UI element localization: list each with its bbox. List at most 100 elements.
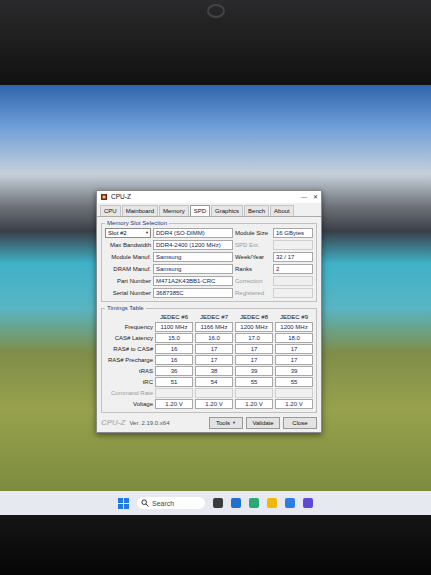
field-value — [273, 276, 313, 286]
timing-value: 36 — [155, 366, 193, 376]
timing-value: 16 — [155, 344, 193, 354]
field-value — [273, 240, 313, 250]
field-value: M471A2K43BB1-CRC — [153, 276, 233, 286]
field-label: Part Number — [105, 277, 151, 285]
timing-label: CAS# Latency — [105, 334, 153, 342]
timing-value: 1.20 V — [275, 399, 313, 409]
timing-value: 17 — [275, 344, 313, 354]
timing-value: 1.20 V — [235, 399, 273, 409]
timing-label: Voltage — [105, 400, 153, 408]
dropdown-arrow-icon: ▼ — [145, 229, 149, 237]
module-type: DDR4 (SO-DIMM) — [153, 228, 233, 238]
timing-value: 17 — [195, 355, 233, 365]
tab[interactable]: About — [270, 205, 294, 216]
timing-value: 16 — [155, 355, 193, 365]
taskbar-app-icon[interactable] — [267, 498, 277, 508]
field-label: Correction — [235, 277, 271, 285]
title-bar[interactable]: CPU-Z— ✕ — [97, 191, 321, 203]
timing-label: Command Rate — [105, 389, 153, 397]
timing-label: tRC — [105, 378, 153, 386]
timing-value: 1100 MHz — [155, 322, 193, 332]
field-label: Max Bandwidth — [105, 241, 151, 249]
timing-value: 17 — [235, 344, 273, 354]
timing-label: Frequency — [105, 323, 153, 331]
footer-button[interactable]: Tools▼ — [209, 417, 243, 429]
timing-label: RAS# to CAS# — [105, 345, 153, 353]
field-value: 2 — [273, 264, 313, 274]
tab[interactable]: Bench — [244, 205, 269, 216]
timing-value: 55 — [275, 377, 313, 387]
timing-value — [235, 388, 273, 398]
timing-value: 39 — [275, 366, 313, 376]
taskbar-app-icon[interactable] — [303, 498, 313, 508]
window-title: CPU-Z — [111, 193, 298, 201]
field-label: DRAM Manuf. — [105, 265, 151, 273]
field-label: Week/Year — [235, 253, 271, 261]
taskbar-app-icon[interactable] — [213, 498, 223, 508]
taskbar-app-icon[interactable] — [285, 498, 295, 508]
timing-value: 18.0 — [275, 333, 313, 343]
timing-value: 17.0 — [235, 333, 273, 343]
search-placeholder: Search — [152, 500, 174, 507]
footer-button[interactable]: Close — [283, 417, 317, 429]
column-header: JEDEC #6 — [155, 313, 193, 321]
timing-label: tRAS — [105, 367, 153, 375]
field-value: 3687385C — [153, 288, 233, 298]
camera-icon — [207, 4, 225, 18]
column-header: JEDEC #7 — [195, 313, 233, 321]
timings-group: Timings Table JEDEC #6JEDEC #7JEDEC #8JED… — [101, 304, 317, 413]
taskbar-app-icon[interactable] — [231, 498, 241, 508]
timing-value: 39 — [235, 366, 273, 376]
field-value: Samsung — [153, 252, 233, 262]
taskbar-app-icon[interactable] — [249, 498, 259, 508]
field-value — [273, 288, 313, 298]
timing-value: 17 — [235, 355, 273, 365]
timing-value — [275, 388, 313, 398]
slot-selection-group: Memory Slot Selection Slot #2 ▼ DDR4 (SO-DI… — [101, 219, 317, 302]
tab[interactable]: Mainboard — [122, 205, 158, 216]
window-control[interactable]: ✕ — [313, 193, 318, 201]
timing-label: RAS# Precharge — [105, 356, 153, 364]
slot-dropdown[interactable]: Slot #2 ▼ — [105, 228, 151, 238]
footer-button[interactable]: Validate — [246, 417, 280, 429]
timing-value: 1200 MHz — [275, 322, 313, 332]
column-header: JEDEC #8 — [235, 313, 273, 321]
dropdown-arrow-icon: ▼ — [232, 419, 236, 427]
column-header: JEDEC #9 — [275, 313, 313, 321]
footer: CPU-Z Ver. 2.19.0.x64 Tools▼ValidateClose — [97, 415, 321, 432]
magnifier-icon — [141, 499, 149, 507]
cpuz-logo: CPU-Z — [101, 419, 125, 427]
field-label: Serial Number — [105, 289, 151, 297]
tab[interactable]: Memory — [159, 205, 189, 216]
group-label: Memory Slot Selection — [105, 219, 169, 227]
tab[interactable]: CPU — [100, 205, 121, 216]
windows-start-icon[interactable] — [118, 498, 129, 509]
window-control[interactable]: — — [301, 193, 307, 201]
timing-value — [195, 388, 233, 398]
version-label: Ver. 2.19.0.x64 — [129, 419, 205, 427]
slot-value: Slot #2 — [108, 229, 127, 237]
laptop-photo: CPU-Z—✕CPUMainboardMemorySPDGraphicsBenc… — [0, 0, 431, 575]
screen: CPU-Z—✕CPUMainboardMemorySPDGraphicsBenc… — [0, 85, 431, 515]
timing-value: 1.20 V — [195, 399, 233, 409]
field-value: 32 / 17 — [273, 252, 313, 262]
taskbar: Search — [0, 491, 431, 515]
tab-bar: CPUMainboardMemorySPDGraphicsBenchAbout — [97, 203, 321, 217]
field-label: Module Manuf. — [105, 253, 151, 261]
tab[interactable]: Graphics — [211, 205, 243, 216]
chip-icon — [100, 193, 108, 201]
cpuz-window[interactable]: CPU-Z—✕CPUMainboardMemorySPDGraphicsBenc… — [96, 190, 322, 433]
laptop-body — [0, 515, 431, 575]
timing-value: 17 — [195, 344, 233, 354]
field-label: SPD Ext. — [235, 241, 271, 249]
timing-value: 54 — [195, 377, 233, 387]
group-label: Timings Table — [105, 304, 146, 312]
search-box[interactable]: Search — [137, 497, 205, 509]
field-value: DDR4-2400 (1200 MHz) — [153, 240, 233, 250]
timing-value: 17 — [275, 355, 313, 365]
tab[interactable]: SPD — [190, 205, 210, 216]
desktop-wallpaper: CPU-Z—✕CPUMainboardMemorySPDGraphicsBenc… — [0, 85, 431, 491]
screen-bezel — [0, 0, 431, 85]
timing-value: 1.20 V — [155, 399, 193, 409]
timing-value — [155, 388, 193, 398]
